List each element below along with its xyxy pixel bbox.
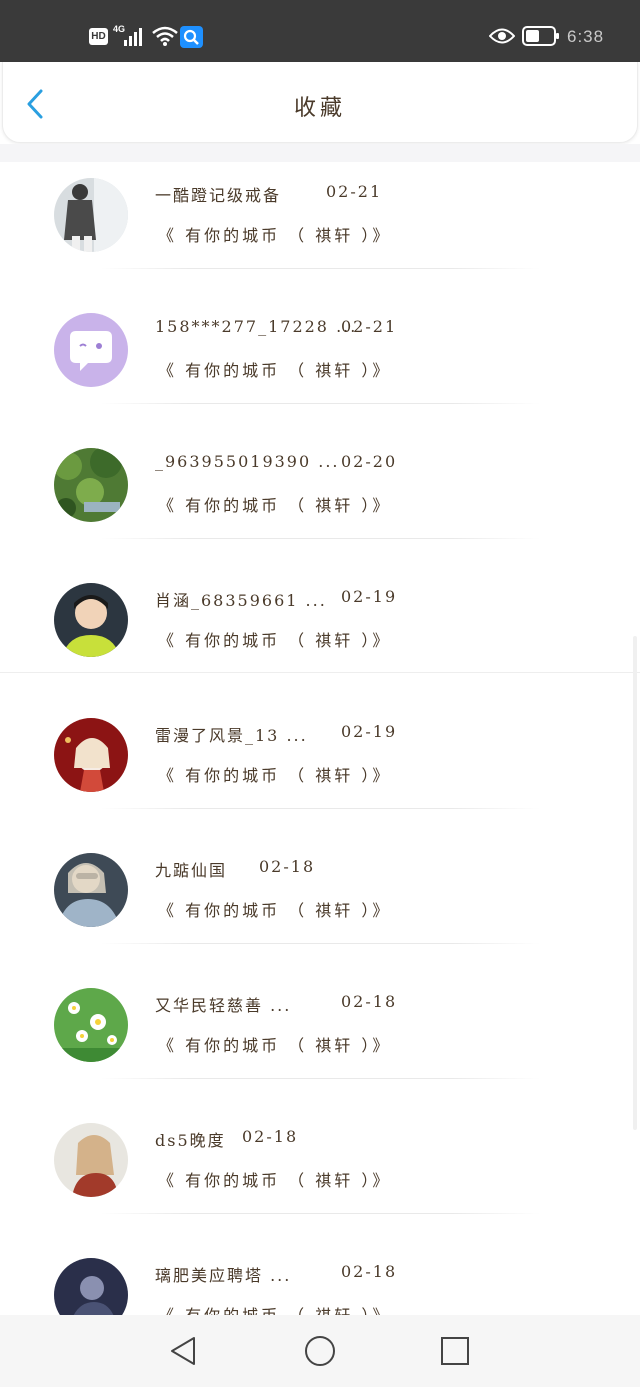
avatar[interactable] xyxy=(54,853,128,927)
system-nav-bar xyxy=(0,1315,640,1387)
item-username: _963955019390 ... xyxy=(155,452,340,471)
nav-recents-button[interactable] xyxy=(438,1334,472,1368)
item-subtitle: 《 有你的城币 （ 祺轩 ）》 xyxy=(158,361,392,380)
divider xyxy=(100,403,540,404)
item-date: 02-18 xyxy=(242,1127,299,1146)
signal-icon xyxy=(124,28,142,46)
item-date: 02-21 xyxy=(326,182,383,201)
item-subtitle: 《 有你的城币 （ 祺轩 ）》 xyxy=(158,631,392,650)
screen: HD 4G 6:38 收藏 一酷蹬记级戒备 02-21 《 有你的城币 （ 祺轩… xyxy=(0,0,640,1387)
item-date: 02-21 xyxy=(341,317,398,336)
avatar[interactable] xyxy=(54,313,128,387)
divider xyxy=(100,1213,540,1214)
list-item[interactable]: ds5晚度 02-18 《 有你的城币 （ 祺轩 ）》 xyxy=(0,1107,640,1242)
item-subtitle: 《 有你的城币 （ 祺轩 ）》 xyxy=(158,1302,391,1315)
item-date: 02-18 xyxy=(341,992,398,1011)
eye-icon xyxy=(489,28,515,44)
favorites-list[interactable]: 一酷蹬记级戒备 02-21 《 有你的城币 （ 祺轩 ）》 158***277_… xyxy=(0,162,640,1315)
triangle-back-icon xyxy=(171,1337,195,1365)
item-date: 02-18 xyxy=(259,857,316,876)
square-recents-icon xyxy=(441,1337,469,1365)
avatar[interactable] xyxy=(54,178,128,252)
page-title: 收藏 xyxy=(293,96,346,121)
divider xyxy=(100,943,540,944)
page-header: 收藏 xyxy=(2,62,638,143)
avatar[interactable] xyxy=(54,583,128,657)
list-item[interactable]: 雷漫了风景_13 ... 02-19 《 有你的城币 （ 祺轩 ）》 xyxy=(0,702,640,837)
item-subtitle: 《 有你的城币 （ 祺轩 ）》 xyxy=(158,496,392,515)
item-subtitle: 《 有你的城币 （ 祺轩 ）》 xyxy=(158,226,392,245)
item-date: 02-19 xyxy=(341,587,398,606)
item-username: 158***277_17228 ... xyxy=(155,317,358,336)
item-subtitle: 《 有你的城币 （ 祺轩 ）》 xyxy=(158,1036,392,1055)
section-divider xyxy=(0,672,640,673)
list-item[interactable]: 又华民轻慈善 ... 02-18 《 有你的城币 （ 祺轩 ）》 xyxy=(0,972,640,1107)
divider xyxy=(100,808,540,809)
item-date: 02-19 xyxy=(341,722,398,741)
item-username: 雷漫了风景_13 ... xyxy=(155,726,308,745)
item-username: 九踮仙国 xyxy=(155,861,228,880)
avatar[interactable] xyxy=(54,1258,128,1315)
list-item[interactable]: 九踮仙国 02-18 《 有你的城币 （ 祺轩 ）》 xyxy=(0,837,640,972)
avatar[interactable] xyxy=(54,448,128,522)
battery-icon xyxy=(522,26,559,46)
item-subtitle: 《 有你的城币 （ 祺轩 ）》 xyxy=(158,766,392,785)
item-date: 02-20 xyxy=(341,452,398,471)
wifi-icon xyxy=(152,26,178,46)
clock-time: 6:38 xyxy=(567,27,605,46)
nav-home-button[interactable] xyxy=(303,1334,337,1368)
avatar[interactable] xyxy=(54,988,128,1062)
avatar[interactable] xyxy=(54,1123,128,1197)
item-username: 肖涵_68359661 ... xyxy=(155,591,327,610)
header-spacer xyxy=(0,144,640,162)
status-bar: HD 4G 6:38 xyxy=(0,0,640,62)
avatar[interactable] xyxy=(54,718,128,792)
divider xyxy=(100,1078,540,1079)
list-item[interactable]: 一酷蹬记级戒备 02-21 《 有你的城币 （ 祺轩 ）》 xyxy=(0,162,640,297)
item-username: 璃肥美应聘塔 ... xyxy=(155,1266,292,1285)
item-username: 一酷蹬记级戒备 xyxy=(155,186,282,205)
item-subtitle: 《 有你的城币 （ 祺轩 ）》 xyxy=(158,1171,392,1190)
divider xyxy=(100,268,540,269)
item-username: ds5晚度 xyxy=(155,1131,226,1150)
nav-back-button[interactable] xyxy=(166,1334,200,1368)
list-item[interactable]: 璃肥美应聘塔 ... 02-18 《 有你的城币 （ 祺轩 ）》 xyxy=(0,1242,640,1315)
item-subtitle: 《 有你的城币 （ 祺轩 ）》 xyxy=(158,901,392,920)
search-app-icon xyxy=(180,26,203,48)
scrollbar[interactable] xyxy=(633,636,637,1130)
list-item[interactable]: 158***277_17228 ... 02-21 《 有你的城币 （ 祺轩 ）… xyxy=(0,297,640,432)
list-item[interactable]: 肖涵_68359661 ... 02-19 《 有你的城币 （ 祺轩 ）》 xyxy=(0,567,640,702)
circle-home-icon xyxy=(305,1336,335,1366)
item-username: 又华民轻慈善 ... xyxy=(155,996,292,1015)
hd-badge: HD xyxy=(89,28,108,45)
divider xyxy=(100,538,540,539)
item-date: 02-18 xyxy=(341,1262,398,1281)
list-item[interactable]: _963955019390 ... 02-20 《 有你的城币 （ 祺轩 ）》 xyxy=(0,432,640,567)
